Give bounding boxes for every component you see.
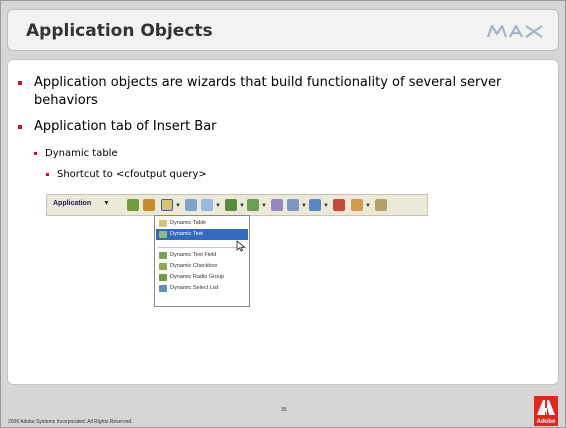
sub-bullet-text: Dynamic table [45, 148, 118, 159]
chevron-down-icon[interactable]: ▼ [103, 200, 110, 207]
master-detail-icon[interactable] [271, 199, 283, 211]
navigation-icon[interactable] [225, 199, 237, 211]
mouse-pointer-icon [236, 240, 246, 252]
radio-group-icon [159, 274, 167, 281]
insert-record-icon[interactable] [287, 199, 299, 211]
menu-item-label: Dynamic Text [170, 231, 203, 237]
chevron-down-icon[interactable]: ▼ [301, 203, 307, 209]
adobe-logo-text: Adobe [537, 419, 556, 425]
insert-bar-screenshot: Application ▼ ▼ ▼ ▼ ▼ ▼ ▼ ▼ [46, 194, 428, 216]
menu-item-dynamic-checkbox[interactable]: Dynamic Checkbox [156, 261, 248, 272]
page-number: 35 [281, 407, 287, 413]
slide-footer: 2006 Adobe Systems Incorporated. All Rig… [1, 391, 566, 428]
sub-sub-bullet-text: Shortcut to <cfoutput query> [57, 169, 207, 180]
text-field-icon [159, 252, 167, 259]
delete-record-icon[interactable] [333, 199, 345, 211]
show-region-icon[interactable] [201, 199, 213, 211]
chevron-down-icon[interactable]: ▼ [365, 203, 371, 209]
checkbox-icon [159, 263, 167, 270]
dynamic-data-menu: Dynamic Table Dynamic Text Dynamic Text … [154, 215, 250, 307]
title-bar: Application Objects [7, 9, 559, 51]
bullet-marker [46, 173, 49, 176]
menu-item-label: Dynamic Checkbox [170, 263, 218, 269]
command-icon[interactable] [143, 199, 155, 211]
chevron-down-icon[interactable]: ▼ [239, 203, 245, 209]
sub-sub-bullet: Shortcut to <cfoutput query> [46, 168, 207, 182]
copyright-text: 2006 Adobe Systems Incorporated. All Rig… [8, 419, 133, 425]
repeated-region-icon[interactable] [185, 199, 197, 211]
bullet-marker [34, 152, 37, 155]
sub-bullet: Dynamic table [34, 147, 118, 161]
status-icon[interactable] [247, 199, 259, 211]
menu-item-dynamic-select-list[interactable]: Dynamic Select List [156, 283, 248, 294]
bullet-marker [18, 81, 22, 85]
slide: Application Objects Application objects … [0, 0, 566, 428]
menu-item-dynamic-text[interactable]: Dynamic Text [156, 229, 248, 240]
slide-content: Application objects are wizards that bui… [7, 59, 559, 385]
dynamic-table-icon[interactable] [161, 199, 173, 211]
menu-item-label: Dynamic Text Field [170, 252, 217, 258]
dynamic-table-icon [159, 220, 167, 227]
menu-item-label: Dynamic Select List [170, 285, 219, 291]
bullet-1: Application objects are wizards that bui… [18, 74, 538, 110]
slide-title: Application Objects [26, 21, 213, 41]
menu-item-label: Dynamic Radio Group [170, 274, 225, 280]
bullet-marker [18, 125, 22, 129]
menu-item-dynamic-radio-group[interactable]: Dynamic Radio Group [156, 272, 248, 283]
update-record-icon[interactable] [309, 199, 321, 211]
select-list-icon [159, 285, 167, 292]
chevron-down-icon[interactable]: ▼ [261, 203, 267, 209]
chevron-down-icon[interactable]: ▼ [323, 203, 329, 209]
adobe-logo-icon: Adobe [534, 396, 558, 426]
xslt-icon[interactable] [375, 199, 387, 211]
bullet-2-text: Application tab of Insert Bar [34, 119, 217, 134]
bullet-1-text: Application objects are wizards that bui… [34, 75, 502, 108]
recordset-icon[interactable] [127, 199, 139, 211]
menu-item-label: Dynamic Table [170, 220, 206, 226]
dynamic-text-icon [159, 231, 167, 238]
menu-item-dynamic-table[interactable]: Dynamic Table [156, 218, 248, 229]
max-logo-icon [486, 24, 543, 38]
chevron-down-icon[interactable]: ▼ [215, 203, 221, 209]
chevron-down-icon[interactable]: ▼ [175, 203, 181, 209]
bullet-2: Application tab of Insert Bar [18, 118, 217, 136]
user-auth-icon[interactable] [351, 199, 363, 211]
menu-item-dynamic-text-field[interactable]: Dynamic Text Field [156, 250, 248, 261]
menu-divider [158, 247, 246, 248]
insert-bar-tab-label[interactable]: Application [53, 200, 91, 207]
